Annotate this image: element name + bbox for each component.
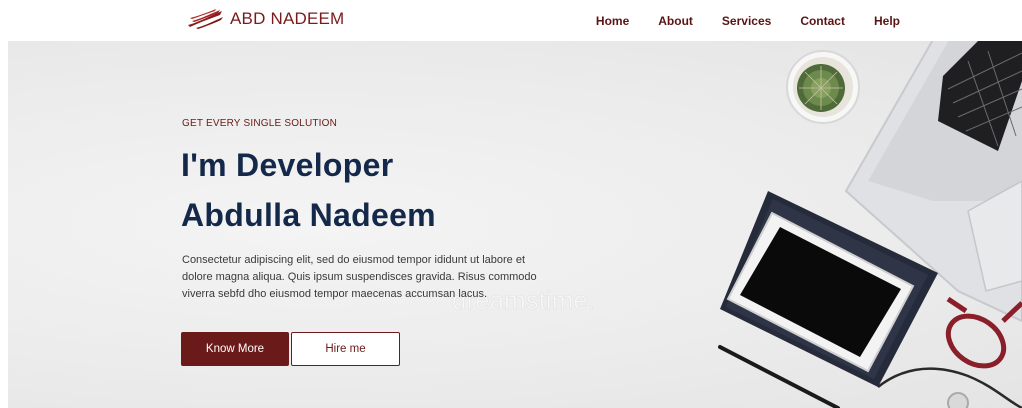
brand-name: ABD NADEEM xyxy=(230,9,345,28)
nav-about[interactable]: About xyxy=(658,14,693,28)
hero-description-line: Consectetur adipiscing elit, sed do eius… xyxy=(182,254,526,266)
nav-help[interactable]: Help xyxy=(874,14,900,28)
wing-logo-icon xyxy=(188,9,223,29)
know-more-button[interactable]: Know More xyxy=(181,332,289,366)
cactus-image xyxy=(786,50,860,124)
hero-title-line-2: Abdulla Nadeem xyxy=(181,197,436,233)
nav-contact[interactable]: Contact xyxy=(800,14,845,28)
hero-section: dreamstime. GET EVERY SINGLE SOLUTION I'… xyxy=(8,41,1022,408)
main-nav: Home About Services Contact Help xyxy=(596,0,900,41)
brand-logo[interactable]: ABD NADEEM xyxy=(186,6,344,32)
hero-description-line: dolore magna aliqua. Quis ipsum suspendi… xyxy=(182,271,537,283)
hero-eyebrow: GET EVERY SINGLE SOLUTION xyxy=(182,118,338,129)
nav-home[interactable]: Home xyxy=(596,14,629,28)
hero-description: Consectetur adipiscing elit, sed do eius… xyxy=(182,252,602,303)
navbar: ABD NADEEM Home About Services Contact H… xyxy=(0,0,1022,41)
nav-services[interactable]: Services xyxy=(722,14,771,28)
watch-image xyxy=(947,392,969,408)
hero-title-line-1: I'm Developer xyxy=(181,147,394,183)
hire-me-button[interactable]: Hire me xyxy=(291,332,400,366)
desk-illustration: dreamstime. xyxy=(452,41,1022,408)
hero-description-line: viverra sebfd dho eiusmod tempor maecena… xyxy=(182,288,488,300)
